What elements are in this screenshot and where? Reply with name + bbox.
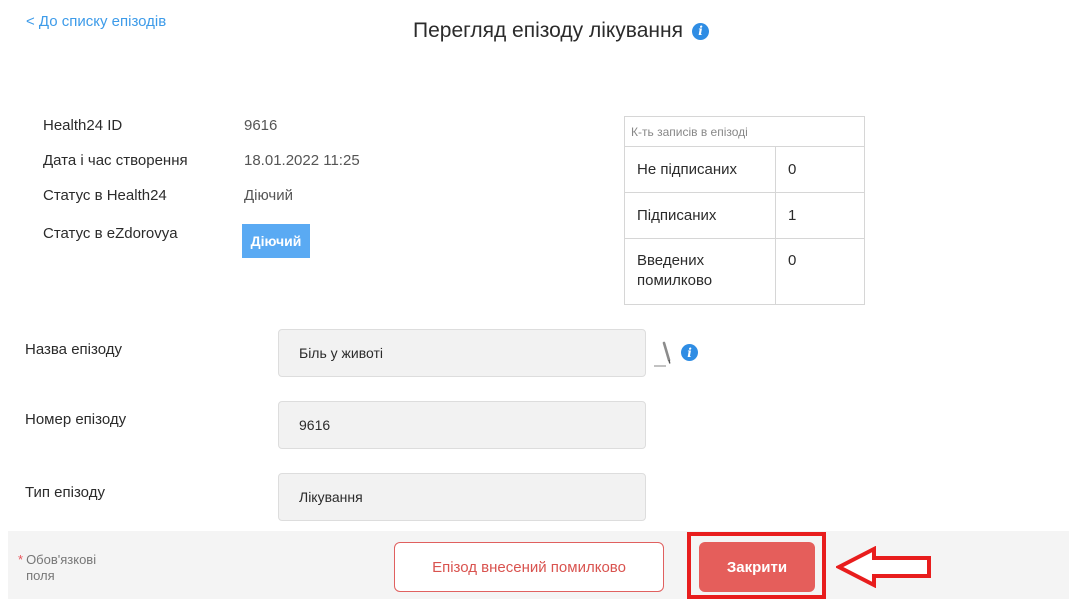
unsigned-label: Не підписаних — [624, 146, 776, 193]
required-fields-note: * Обов'язкові поля — [18, 552, 96, 583]
status-badge: Діючий — [242, 224, 310, 258]
episode-number-label: Номер епізоду — [25, 411, 127, 428]
table-row: Не підписаних 0 — [624, 146, 865, 193]
signed-count: 1 — [775, 192, 865, 239]
page-title-text: Перегляд епізоду лікування — [413, 19, 683, 42]
page-title: Перегляд епізоду лікування i — [413, 19, 709, 43]
health24-id-label: Health24 ID — [43, 117, 123, 134]
status-health24-label: Статус в Health24 — [43, 187, 167, 204]
required-star: * — [18, 552, 24, 567]
status-ezdorovya-label: Статус в eZdorovya — [43, 225, 178, 242]
records-table-caption: К-ть записів в епізоді — [624, 116, 865, 147]
episode-name-field[interactable] — [278, 329, 646, 377]
info-icon[interactable]: i — [691, 22, 709, 40]
back-to-episodes-link[interactable]: < До списку епізодів — [26, 13, 166, 30]
required-note-text: Обов'язкові поля — [26, 552, 96, 583]
entered-in-error-label: Введених помилково — [624, 238, 776, 305]
close-button[interactable]: Закрити — [699, 542, 815, 592]
required-note-line2: поля — [26, 567, 55, 583]
signed-label: Підписаних — [624, 192, 776, 239]
episode-name-label: Назва епізоду — [25, 341, 122, 358]
created-datetime-label: Дата і час створення — [43, 152, 188, 169]
table-row: Введених помилково 0 — [624, 238, 865, 305]
episode-type-field[interactable] — [278, 473, 646, 521]
pencil-icon[interactable] — [653, 338, 673, 368]
table-row: Підписаних 1 — [624, 192, 865, 239]
episode-name-info-icon[interactable]: i — [681, 344, 698, 361]
left-arrow-annotation — [836, 546, 931, 588]
entered-in-error-button[interactable]: Епізод внесений помилково — [394, 542, 664, 592]
entered-in-error-count: 0 — [775, 238, 865, 305]
status-health24-value: Діючий — [244, 187, 293, 204]
unsigned-count: 0 — [775, 146, 865, 193]
episode-type-label: Тип епізоду — [25, 484, 105, 501]
health24-id-value: 9616 — [244, 117, 278, 134]
required-note-line1: Обов'язкові — [26, 552, 97, 567]
episode-number-field[interactable] — [278, 401, 646, 449]
created-datetime-value: 18.01.2022 11:25 — [244, 152, 360, 169]
records-count-table: К-ть записів в епізоді Не підписаних 0 П… — [624, 116, 865, 305]
